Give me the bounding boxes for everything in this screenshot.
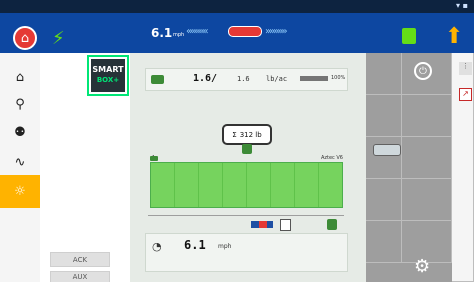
signal-indicator: ▾ ▪ [456, 1, 468, 10]
steering-center-indicator [228, 26, 262, 37]
flag-icon[interactable] [251, 221, 273, 228]
speedometer-icon: ◔ [152, 240, 162, 253]
power-icon[interactable]: ⏻ [414, 62, 432, 80]
heartbeat-icon: ∿ [14, 155, 26, 170]
header-speed-unit: mph [173, 32, 185, 38]
rate-target: 1.6/ [193, 73, 218, 84]
total-value: 312 lb [239, 130, 262, 139]
aux-button[interactable]: AUX [50, 271, 110, 282]
boom-section[interactable] [175, 163, 199, 207]
smartbox-line1: SMART [92, 65, 124, 74]
total-applied[interactable]: Σ 312 lb [222, 124, 272, 145]
rate-percent: 100% [331, 75, 346, 81]
nav-arrow-icon[interactable]: ⬆ [445, 24, 463, 49]
divider [148, 215, 344, 216]
edge-menu-button[interactable]: ⋮ [459, 62, 472, 75]
sigma-symbol: Σ [232, 130, 237, 139]
speed-row[interactable] [145, 233, 348, 272]
smartbox-logo: SMART BOX+ [91, 59, 125, 92]
grid-cell[interactable] [366, 95, 402, 137]
rate-bar [300, 76, 328, 81]
implement-name: Aztec V6 [320, 155, 343, 161]
steering-right-indicator: »»»»» [265, 26, 288, 37]
steering-left-indicator: ««««« [186, 26, 209, 37]
grid-cell[interactable] [402, 179, 452, 221]
ack-button[interactable]: ACK [50, 252, 110, 267]
sprayer-icon[interactable] [373, 144, 401, 156]
satellite-icon: ⚡ [52, 28, 65, 49]
hopper-icon [242, 144, 252, 154]
home-button[interactable]: ⌂ [13, 26, 37, 50]
boom-section[interactable] [271, 163, 295, 207]
boom-indicator-icon [150, 156, 158, 161]
document-icon[interactable] [280, 219, 291, 231]
gear-icon[interactable]: ⚙ [414, 256, 430, 277]
boom-section[interactable] [199, 163, 223, 207]
steering-right-chevrons: »»»»» [265, 26, 288, 37]
tractor-icon[interactable] [402, 28, 416, 44]
nav-sun[interactable]: ☼ [0, 175, 40, 208]
grid-cell[interactable] [402, 95, 452, 137]
home-icon: ⌂ [15, 70, 25, 85]
hopper-icon[interactable] [327, 219, 337, 230]
grid-cell[interactable] [366, 221, 402, 263]
speed-value: 6.1 [184, 238, 206, 252]
edge-action-button[interactable]: ↗ [459, 88, 472, 101]
boom-section[interactable] [151, 163, 175, 207]
boom-section[interactable] [223, 163, 247, 207]
grid-cell[interactable] [366, 53, 402, 95]
grid-cell[interactable] [366, 179, 402, 221]
smartbox-line2: BOX+ [96, 76, 120, 84]
nav-operator[interactable]: ⚉ [0, 116, 40, 149]
boom-section[interactable] [247, 163, 271, 207]
rate-unit: lb/ac [266, 75, 288, 83]
smartbox-button[interactable]: SMART BOX+ [87, 55, 129, 96]
speed-unit: mph [218, 243, 232, 250]
boom-section[interactable] [319, 163, 342, 207]
home-icon: ⌂ [20, 30, 30, 46]
status-bar: ▾ ▪ [0, 0, 474, 13]
sun-icon: ☼ [14, 184, 26, 199]
operator-icon: ⚉ [14, 125, 26, 140]
grid-cell[interactable] [402, 137, 452, 179]
header-speed: 6.1 [151, 26, 173, 40]
boom-sections[interactable] [150, 162, 343, 208]
run-icon: ⚲ [15, 97, 25, 112]
product-icon [151, 75, 164, 84]
boom-section[interactable] [295, 163, 319, 207]
rate-actual: 1.6 [237, 75, 250, 83]
steering-left-chevrons: ««««« [186, 26, 209, 37]
